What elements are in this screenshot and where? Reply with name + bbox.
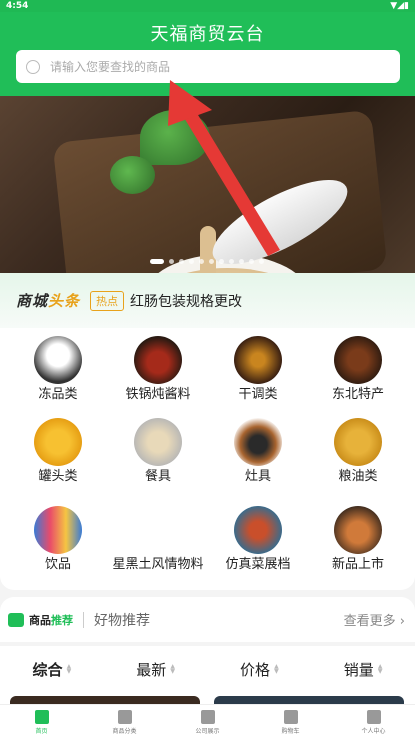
category-item[interactable]: 新品上市	[308, 506, 408, 572]
pagination-dot[interactable]	[249, 259, 254, 264]
category-item[interactable]: 粮油类	[308, 418, 408, 484]
category-item[interactable]: 星黑土风情物料	[108, 506, 208, 572]
category-item[interactable]: 罐头类	[8, 418, 108, 484]
category-image	[134, 336, 182, 384]
product-card[interactable]	[214, 696, 404, 704]
search-icon	[26, 59, 40, 74]
category-item[interactable]: 冻品类	[8, 336, 108, 402]
recommend-header: 商品推荐 好物推荐 查看更多 ›	[0, 597, 415, 642]
home-icon	[34, 709, 49, 724]
sort-arrows-icon: ▲ ▼	[170, 663, 175, 675]
category-image	[34, 418, 82, 466]
category-item[interactable]: 铁锅炖酱料	[108, 336, 208, 402]
search-bar[interactable]	[16, 50, 400, 83]
status-time: 4:54	[6, 1, 29, 11]
category-image	[234, 336, 282, 384]
category-image	[234, 418, 282, 466]
category-image	[34, 336, 82, 384]
pagination-dot[interactable]	[259, 259, 264, 264]
category-image	[234, 506, 282, 554]
pagination-dot[interactable]	[199, 259, 204, 264]
promo-banner[interactable]	[0, 96, 415, 273]
tab-home[interactable]: 首页	[0, 705, 83, 739]
sort-comprehensive[interactable]: 综合 ▲ ▼	[0, 659, 104, 680]
product-list-peek	[0, 692, 415, 704]
category-image	[334, 506, 382, 554]
thumbs-up-icon	[8, 612, 24, 627]
pagination-dot[interactable]	[179, 259, 184, 264]
document-icon	[200, 709, 215, 724]
tab-cart[interactable]: 购物车	[249, 705, 332, 739]
status-icons: ▼◢▮	[390, 1, 409, 11]
sort-newest[interactable]: 最新 ▲ ▼	[104, 659, 208, 680]
category-item[interactable]: 餐具	[108, 418, 208, 484]
recommend-title: 商品推荐	[29, 613, 73, 627]
status-bar: 4:54 ▼◢▮	[0, 0, 415, 12]
pagination-dot[interactable]	[219, 259, 224, 264]
category-item[interactable]: 灶具	[208, 418, 308, 484]
sort-arrows-icon: ▲ ▼	[66, 663, 72, 675]
sort-arrows-icon: ▲ ▼	[377, 663, 383, 675]
banner-image-leaf	[140, 110, 210, 165]
bottom-tab-bar: 首页 商品分类 公司展示 购物车 个人中心	[0, 704, 415, 739]
hot-badge: 热点	[90, 290, 125, 311]
pagination-dot[interactable]	[169, 259, 174, 264]
product-card[interactable]	[10, 696, 200, 704]
banner-image-leaf	[110, 156, 155, 194]
category-image	[134, 418, 182, 466]
category-item[interactable]: 干调类	[208, 336, 308, 402]
pagination-dot[interactable]	[229, 259, 234, 264]
category-item[interactable]: 东北特产	[308, 336, 408, 402]
sort-sales[interactable]: 销量 ▲ ▼	[311, 659, 415, 680]
category-item[interactable]: 仿真菜展档	[208, 506, 308, 572]
pagination-dot[interactable]	[239, 259, 244, 264]
sort-bar: 综合 ▲ ▼ 最新 ▲ ▼ 价格 ▲ ▼ 销量 ▲ ▼	[0, 646, 415, 692]
user-icon	[366, 709, 381, 724]
grid-icon	[117, 709, 132, 724]
category-image	[34, 506, 82, 554]
tab-categories[interactable]: 商品分类	[83, 705, 166, 739]
category-grid: 冻品类 铁锅炖酱料 干调类 东北特产 罐头类 餐具 灶具 粮油类 饮品 星黑土风…	[0, 328, 415, 590]
news-headline[interactable]: 红肠包装规格更改	[130, 291, 242, 311]
category-image	[134, 506, 182, 554]
search-input[interactable]	[50, 59, 370, 74]
pagination-dot[interactable]	[150, 259, 164, 264]
page-title: 天福商贸云台	[150, 24, 265, 45]
tab-company[interactable]: 公司展示	[166, 705, 249, 739]
view-more-link[interactable]: 查看更多 ›	[344, 610, 405, 629]
divider	[83, 611, 84, 628]
category-item[interactable]: 饮品	[8, 506, 108, 572]
category-image	[334, 418, 382, 466]
sort-price[interactable]: 价格 ▲ ▼	[208, 659, 312, 680]
news-logo: 商城头条	[16, 292, 81, 310]
tab-good-items[interactable]: 好物推荐	[94, 610, 150, 630]
sort-arrows-icon: ▲ ▼	[274, 663, 279, 675]
tab-profile[interactable]: 个人中心	[332, 705, 415, 739]
pagination-dot[interactable]	[189, 259, 194, 264]
pagination-dot[interactable]	[209, 259, 214, 264]
cart-icon	[283, 709, 298, 724]
banner-pagination	[150, 259, 264, 264]
app-header: 天福商贸云台	[0, 12, 415, 96]
news-ticker[interactable]: 商城头条 热点 红肠包装规格更改	[0, 273, 415, 328]
category-image	[334, 336, 382, 384]
